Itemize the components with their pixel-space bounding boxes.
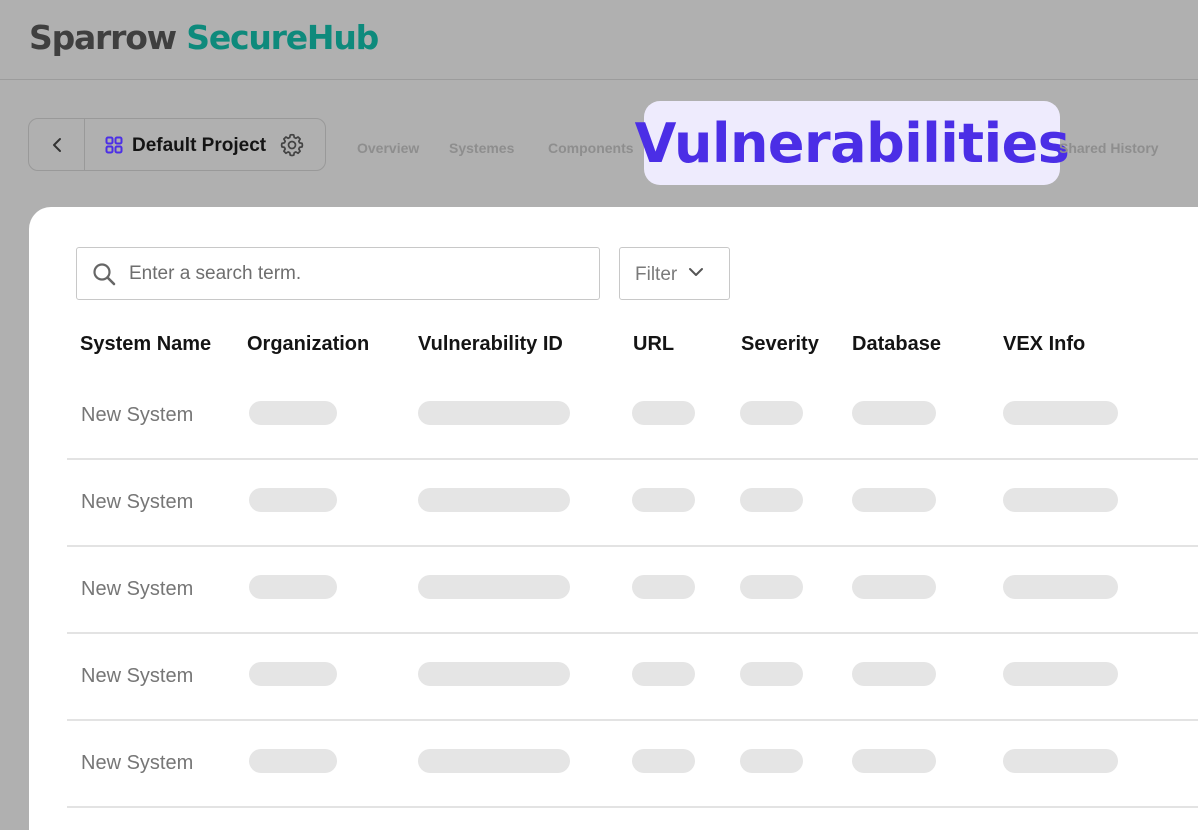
table-row[interactable]: New System [67, 721, 1198, 808]
skeleton-placeholder [632, 749, 695, 773]
gear-icon[interactable] [279, 132, 305, 158]
tab-shared-history[interactable]: Shared History [1059, 140, 1159, 156]
column-header-database[interactable]: Database [852, 333, 941, 356]
skeleton-placeholder [740, 401, 803, 425]
skeleton-placeholder [418, 488, 570, 512]
column-header-url[interactable]: URL [633, 333, 674, 356]
skeleton-placeholder [632, 488, 695, 512]
column-header-organization[interactable]: Organization [247, 333, 369, 356]
cell-system-name: New System [81, 491, 194, 513]
skeleton-placeholder [249, 401, 337, 425]
skeleton-placeholder [1003, 749, 1118, 773]
skeleton-placeholder [740, 488, 803, 512]
skeleton-placeholder [852, 401, 936, 425]
skeleton-placeholder [740, 662, 803, 686]
skeleton-placeholder [852, 749, 936, 773]
skeleton-placeholder [632, 575, 695, 599]
skeleton-placeholder [852, 488, 936, 512]
search-input[interactable] [129, 260, 579, 288]
chevron-down-icon [689, 268, 703, 276]
tab-vulnerabilities[interactable]: Vulnerabilities [635, 101, 1070, 185]
skeleton-placeholder [632, 401, 695, 425]
table-row[interactable]: New System [67, 634, 1198, 721]
skeleton-placeholder [1003, 575, 1118, 599]
cell-system-name: New System [81, 752, 194, 774]
tab-overview[interactable]: Overview [357, 140, 419, 156]
skeleton-placeholder [1003, 401, 1118, 425]
grid-icon [105, 136, 123, 154]
column-header-vulnerability-id[interactable]: Vulnerability ID [418, 333, 563, 356]
column-header-vex-info[interactable]: VEX Info [1003, 333, 1085, 356]
skeleton-placeholder [740, 749, 803, 773]
table-row[interactable]: New System [67, 460, 1198, 547]
project-selector: Default Project [28, 118, 326, 171]
back-button[interactable] [29, 119, 85, 170]
skeleton-placeholder [1003, 488, 1118, 512]
tab-systemes[interactable]: Systemes [449, 140, 514, 156]
logo-text-sparrow: Sparrow [29, 18, 177, 57]
chevron-left-icon [52, 137, 61, 152]
search-icon [93, 263, 116, 286]
filter-dropdown[interactable]: Filter [619, 247, 730, 300]
skeleton-placeholder [418, 749, 570, 773]
filter-label: Filter [635, 264, 678, 285]
skeleton-placeholder [740, 575, 803, 599]
skeleton-placeholder [852, 575, 936, 599]
top-bar: Sparrow SecureHub [0, 0, 1198, 80]
cell-system-name: New System [81, 404, 194, 426]
skeleton-placeholder [418, 401, 570, 425]
skeleton-placeholder [249, 749, 337, 773]
tab-components[interactable]: Components [548, 140, 634, 156]
skeleton-placeholder [418, 662, 570, 686]
cell-system-name: New System [81, 665, 194, 687]
skeleton-placeholder [852, 662, 936, 686]
skeleton-placeholder [1003, 662, 1118, 686]
logo-text-securehub: SecureHub [186, 18, 379, 57]
column-header-system-name[interactable]: System Name [80, 333, 211, 356]
main-card: Filter System Name Organization Vulnerab… [29, 207, 1198, 830]
table-row[interactable]: New System [67, 373, 1198, 460]
skeleton-placeholder [249, 488, 337, 512]
search-box [76, 247, 600, 300]
skeleton-placeholder [249, 575, 337, 599]
skeleton-placeholder [632, 662, 695, 686]
table-row[interactable]: New System [67, 547, 1198, 634]
skeleton-placeholder [418, 575, 570, 599]
skeleton-placeholder [249, 662, 337, 686]
column-header-severity[interactable]: Severity [741, 333, 819, 356]
cell-system-name: New System [81, 578, 194, 600]
app-logo[interactable]: Sparrow SecureHub [29, 18, 379, 57]
project-name[interactable]: Default Project [132, 135, 266, 157]
